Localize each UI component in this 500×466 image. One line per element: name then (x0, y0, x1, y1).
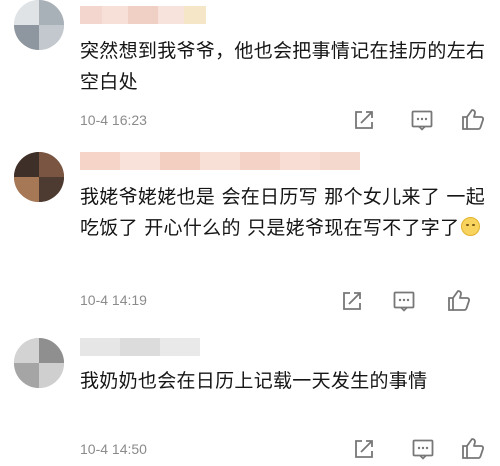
username-blurred[interactable] (80, 152, 360, 170)
comment-text: 突然想到我爷爷，他也会把事情记在挂历的左右空白处 (80, 40, 486, 93)
thumbs-up-icon[interactable] (446, 287, 472, 313)
face-emoji (461, 217, 481, 236)
share-icon[interactable] (339, 288, 365, 314)
share-icon[interactable] (351, 107, 377, 133)
avatar[interactable] (14, 0, 64, 50)
avatar[interactable] (14, 338, 64, 388)
username-blurred[interactable] (80, 338, 200, 356)
thumbs-up-icon[interactable] (460, 435, 486, 461)
share-icon[interactable] (351, 436, 377, 462)
comment-item: 突然想到我爷爷，他也会把事情记在挂历的左右空白处 10-4 16:23 (0, 0, 500, 140)
comment-item: 我奶奶也会在日历上记载一天发生的事情 10-4 14:50 (0, 330, 500, 466)
comment-icon[interactable] (409, 107, 435, 133)
comment-timestamp: 10-4 14:19 (80, 292, 147, 308)
comment-icon[interactable] (410, 436, 436, 462)
comment-timestamp: 10-4 14:50 (80, 441, 147, 457)
comment-icon[interactable] (391, 288, 417, 314)
comment-text: 我姥爷姥姥也是 会在日历写 那个女儿来了 一起吃饭了 开心什么的 只是姥爷现在写… (80, 182, 490, 244)
comment-item: 我姥爷姥姥也是 会在日历写 那个女儿来了 一起吃饭了 开心什么的 只是姥爷现在写… (0, 140, 500, 330)
comment-timestamp: 10-4 16:23 (80, 112, 147, 128)
comment-text: 我奶奶也会在日历上记载一天发生的事情 (80, 370, 428, 392)
username-blurred[interactable] (80, 6, 206, 24)
thumbs-up-icon[interactable] (460, 106, 486, 132)
avatar[interactable] (14, 152, 64, 202)
comment-text-content: 我姥爷姥姥也是 会在日历写 那个女儿来了 一起吃饭了 开心什么的 只是姥爷现在写… (80, 186, 486, 239)
